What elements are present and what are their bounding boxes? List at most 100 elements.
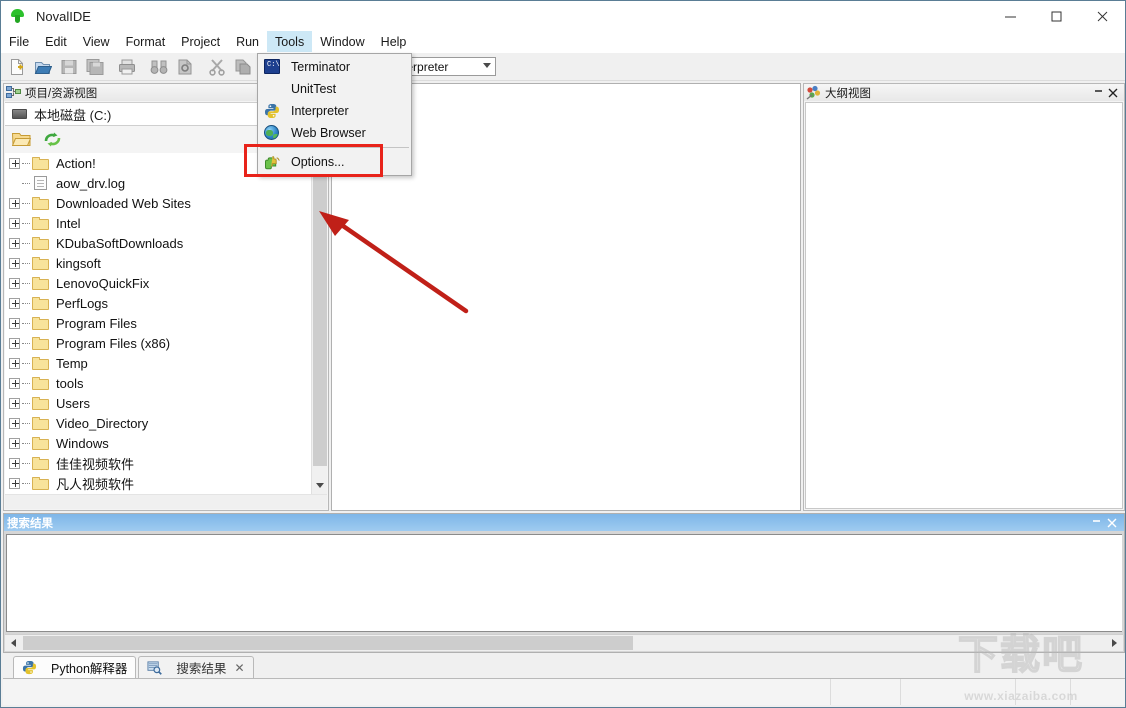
mushroom-icon (7, 5, 29, 27)
tree-item[interactable]: kingsoft (5, 253, 311, 273)
tree-item[interactable]: tools (5, 373, 311, 393)
find-icon[interactable] (146, 55, 172, 79)
tools-dropdown-menu: C:\ Terminator UnitTest Interpreter Web … (257, 53, 412, 176)
menu-project[interactable]: Project (173, 31, 228, 52)
project-view-icon (6, 85, 22, 100)
globe-icon (262, 124, 282, 142)
status-cell (3, 679, 831, 705)
find-replace-icon[interactable] (172, 55, 198, 79)
expand-icon[interactable] (9, 357, 20, 369)
menu-help[interactable]: Help (373, 31, 415, 52)
tree-item-label: LenovoQuickFix (56, 275, 150, 291)
outline-pane: 大纲视图 (803, 83, 1125, 511)
tree-item[interactable]: aow_drv.log (5, 173, 311, 193)
menu-view[interactable]: View (75, 31, 118, 52)
tree-item[interactable]: Video_Directory (5, 413, 311, 433)
expand-icon[interactable] (9, 417, 20, 429)
open-folder-icon[interactable] (30, 55, 56, 79)
chevron-left-icon (11, 639, 16, 647)
status-cell (1071, 679, 1125, 705)
scroll-left-button[interactable] (5, 635, 22, 651)
expand-icon[interactable] (9, 377, 20, 389)
tree-item[interactable]: Program Files (5, 313, 311, 333)
expand-icon[interactable] (9, 337, 20, 349)
tab-close-icon[interactable]: ✕ (234, 661, 244, 675)
menu-file[interactable]: File (1, 31, 37, 52)
menu-format[interactable]: Format (118, 31, 174, 52)
expand-icon[interactable] (9, 217, 20, 229)
tree-item-label: Windows (56, 435, 109, 451)
expand-icon[interactable] (9, 197, 20, 209)
tree-item[interactable]: Intel (5, 213, 311, 233)
search-pane-titlebar: 搜索结果 (4, 514, 1124, 531)
print-icon[interactable] (114, 55, 140, 79)
tree-item-label: PerfLogs (56, 295, 109, 311)
expand-icon[interactable] (9, 317, 20, 329)
expand-icon[interactable] (9, 297, 20, 309)
outline-minimize-button[interactable] (1093, 87, 1105, 99)
expand-icon[interactable] (9, 397, 20, 409)
tree-item[interactable]: Downloaded Web Sites (5, 193, 311, 213)
tab-search-results[interactable]: 搜索结果 ✕ (138, 656, 254, 678)
tree-horizontal-scrollbar[interactable] (5, 494, 327, 509)
save-icon[interactable] (56, 55, 82, 79)
expand-icon[interactable] (9, 477, 20, 489)
outline-view-icon (806, 85, 822, 100)
menu-separator (260, 147, 409, 148)
new-file-icon[interactable] (4, 55, 30, 79)
tree-item[interactable]: KDubaSoftDownloads (5, 233, 311, 253)
tab-python-interpreter[interactable]: Python解释器 (13, 656, 137, 678)
search-results-pane: 搜索结果 (3, 513, 1125, 653)
menu-item-label: Options... (291, 155, 345, 169)
search-close-button[interactable] (1106, 517, 1118, 529)
scroll-right-button[interactable] (1106, 635, 1123, 651)
tree-item[interactable]: Temp (5, 353, 311, 373)
menu-item-label: Web Browser (291, 126, 366, 140)
menu-tools[interactable]: Tools (267, 31, 313, 52)
copy-icon[interactable] (230, 55, 256, 79)
expand-icon[interactable] (9, 457, 20, 469)
expand-icon[interactable] (9, 157, 20, 169)
expand-icon[interactable] (9, 237, 20, 249)
scrollbar-thumb[interactable] (313, 153, 327, 466)
tree-item[interactable]: 佳佳视频软件 (5, 453, 311, 473)
tree-item[interactable]: Windows (5, 433, 311, 453)
minimize-button[interactable] (987, 1, 1033, 31)
save-all-icon[interactable] (82, 55, 108, 79)
folder-open-icon[interactable] (11, 129, 31, 149)
search-pane-title: 搜索结果 (7, 517, 53, 530)
cut-icon[interactable] (204, 55, 230, 79)
search-minimize-button[interactable] (1091, 517, 1103, 529)
search-results-list[interactable] (6, 534, 1122, 632)
tree-item[interactable]: 凡人视频软件 (5, 473, 311, 493)
menu-item-unittest[interactable]: UnitTest (258, 78, 411, 100)
maximize-button[interactable] (1033, 1, 1079, 31)
tree-item[interactable]: Users (5, 393, 311, 413)
bottom-tabstrip: Python解释器 搜索结果 ✕ (3, 654, 1125, 678)
tree-item[interactable]: Program Files (x86) (5, 333, 311, 353)
folder-icon (32, 196, 49, 210)
expand-icon[interactable] (9, 257, 20, 269)
expand-icon[interactable] (9, 437, 20, 449)
scrollbar-thumb[interactable] (23, 636, 633, 650)
outline-close-button[interactable] (1107, 87, 1119, 99)
search-horizontal-scrollbar[interactable] (5, 634, 1123, 651)
menu-item-interpreter[interactable]: Interpreter (258, 100, 411, 122)
no-icon (262, 80, 282, 98)
window-controls (987, 1, 1125, 31)
tree-item[interactable]: LenovoQuickFix (5, 273, 311, 293)
expand-icon[interactable] (9, 277, 20, 289)
refresh-icon[interactable] (42, 129, 62, 149)
search-results-icon (147, 660, 163, 675)
tree-item[interactable]: PerfLogs (5, 293, 311, 313)
tree-vertical-scrollbar[interactable] (311, 153, 327, 494)
menu-window[interactable]: Window (312, 31, 372, 52)
menu-item-terminator[interactable]: C:\ Terminator (258, 56, 411, 78)
menu-item-options[interactable]: Options... (258, 151, 411, 173)
menu-edit[interactable]: Edit (37, 31, 75, 52)
menu-item-web-browser[interactable]: Web Browser (258, 122, 411, 144)
scroll-down-button[interactable] (312, 477, 327, 494)
outline-content[interactable] (805, 102, 1123, 509)
close-button[interactable] (1079, 1, 1125, 31)
menu-run[interactable]: Run (228, 31, 267, 52)
